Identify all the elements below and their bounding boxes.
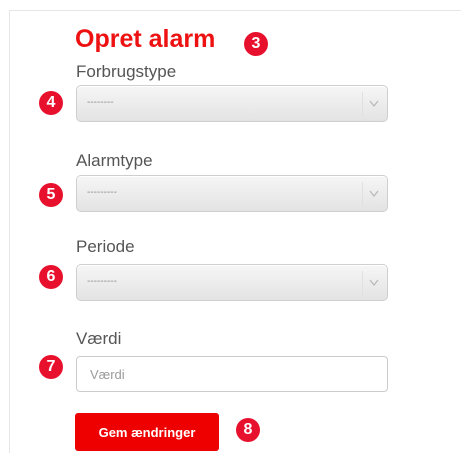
chevron-down-icon — [369, 100, 379, 107]
step-badge-5: 5 — [39, 183, 63, 207]
forbrugstype-label: Forbrugstype — [76, 62, 177, 81]
alarmtype-selected-value: --------- — [87, 187, 117, 198]
periode-selected-value: --------- — [87, 276, 117, 287]
vaerdi-label: Værdi — [76, 329, 122, 348]
chevron-down-icon — [369, 190, 379, 197]
vaerdi-input[interactable] — [76, 356, 388, 392]
alarmtype-label: Alarmtype — [76, 151, 153, 170]
step-badge-8: 8 — [236, 418, 260, 442]
forbrugstype-selected-value: -------- — [87, 97, 114, 108]
alarmtype-select[interactable]: --------- — [76, 175, 388, 212]
forbrugstype-select[interactable]: -------- — [76, 85, 388, 122]
form-title: Opret alarm — [75, 25, 216, 53]
select-divider — [362, 271, 363, 295]
step-badge-7: 7 — [39, 355, 63, 379]
step-badge-3: 3 — [244, 32, 268, 56]
select-divider — [362, 92, 363, 116]
step-badge-6: 6 — [39, 265, 63, 289]
periode-label: Periode — [76, 237, 135, 256]
save-changes-button[interactable]: Gem ændringer — [75, 413, 219, 451]
chevron-down-icon — [369, 279, 379, 286]
periode-select[interactable]: --------- — [76, 264, 388, 301]
select-divider — [362, 182, 363, 206]
step-badge-4: 4 — [39, 91, 63, 115]
